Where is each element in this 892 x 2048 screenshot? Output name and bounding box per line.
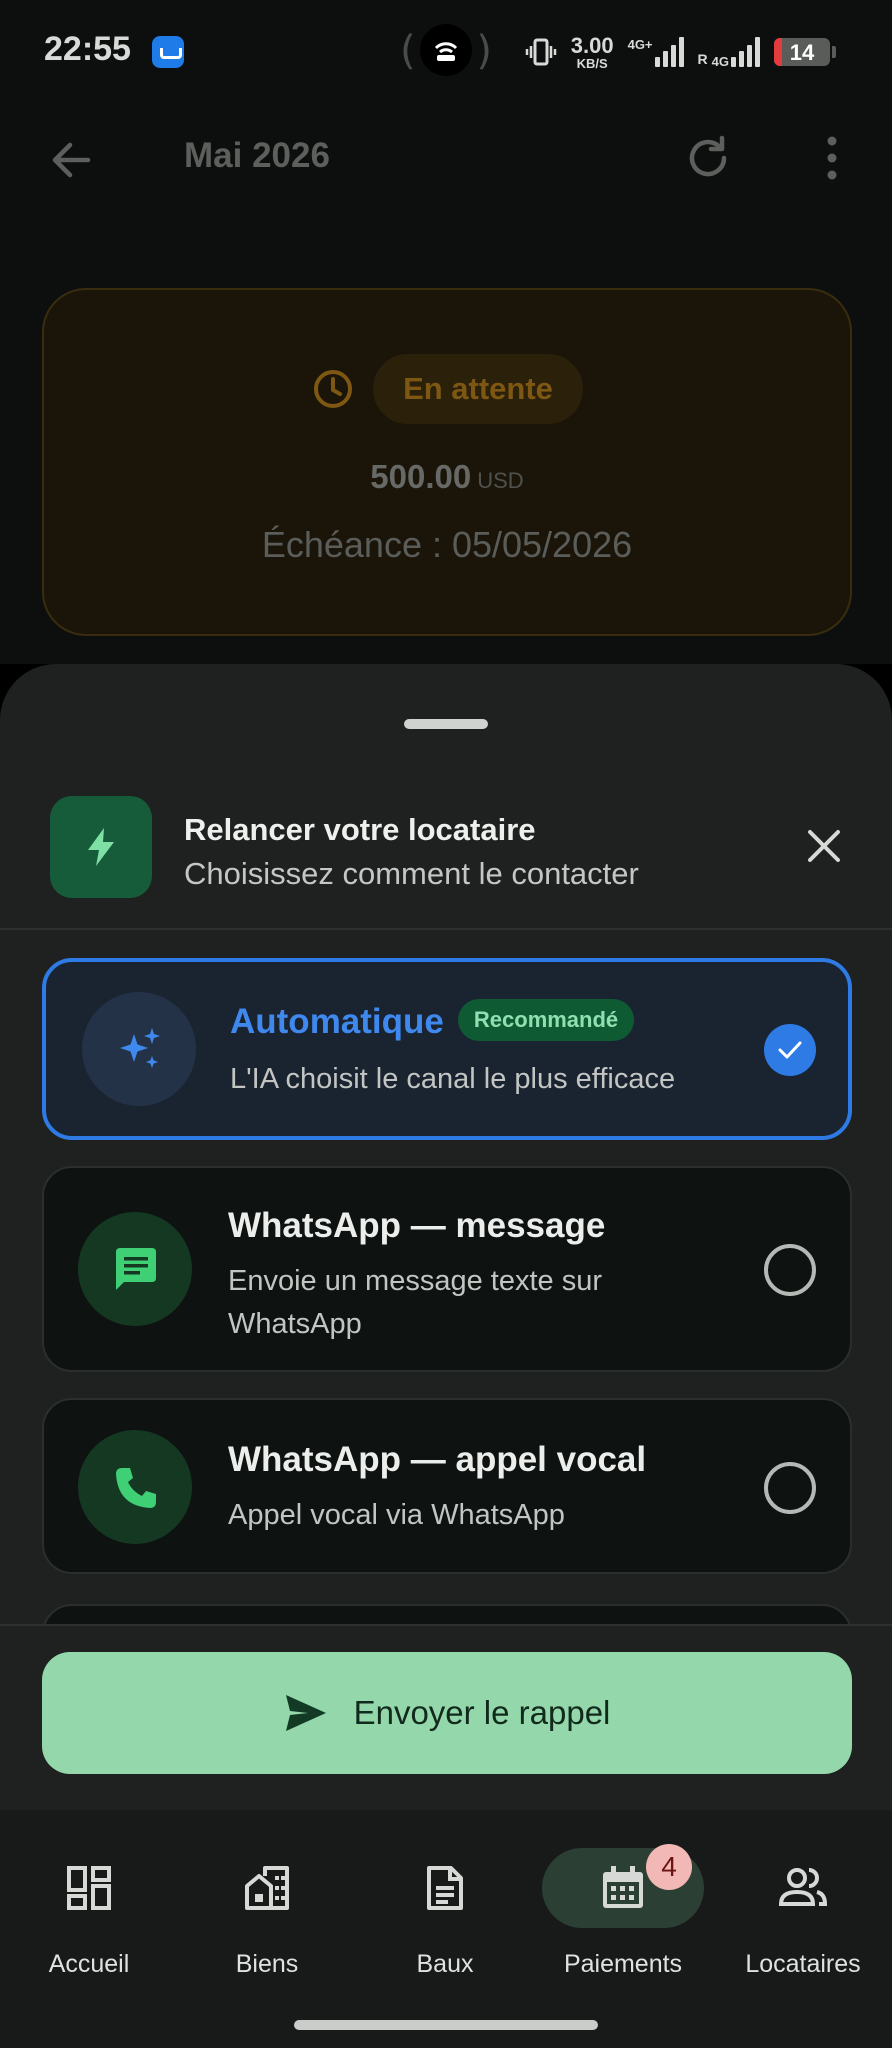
signal-icon <box>731 37 760 67</box>
phone-icon <box>116 1468 156 1508</box>
option-description: Appel vocal via WhatsApp <box>228 1499 565 1531</box>
page-title: Mai 2026 <box>184 136 330 175</box>
nav-item-biens[interactable]: Biens <box>178 1848 356 2008</box>
sheet-drag-handle[interactable] <box>404 719 488 729</box>
radio-unselected[interactable] <box>764 1244 816 1296</box>
payment-amount: 500.00 USD <box>44 458 850 496</box>
document-icon <box>427 1866 463 1910</box>
hotspot-icon <box>434 42 458 61</box>
back-arrow-icon <box>52 142 91 178</box>
nav-item-baux[interactable]: Baux <box>356 1848 534 2008</box>
recommended-badge: Recommandé <box>457 998 635 1041</box>
sheet-subtitle: Choisissez comment le contacter <box>184 856 639 891</box>
nav-label: Paiements <box>563 1950 683 1978</box>
option-automatic[interactable]: Automatique Recommandé L'IA choisit le ca… <box>42 958 852 1140</box>
option-icon-circle <box>78 1212 192 1326</box>
due-date: Échéance : 05/05/2026 <box>261 524 633 565</box>
option-whatsapp-call[interactable]: WhatsApp — appel vocal Appel vocal via W… <box>42 1398 852 1574</box>
option-title: Automatique Recommandé <box>230 998 635 1045</box>
amount-currency: USD <box>477 468 524 493</box>
message-icon <box>116 1248 156 1290</box>
bottom-navigation: Accueil Biens Baux 4 Paiements Locataire… <box>0 1810 892 2048</box>
clock-icon <box>314 370 353 408</box>
dashboard-icon <box>67 1866 111 1910</box>
send-icon <box>285 1695 326 1731</box>
option-title: WhatsApp — message <box>228 1206 606 1245</box>
close-button[interactable] <box>796 818 852 874</box>
notification-badge: 4 <box>646 1844 692 1890</box>
sheet-header: Relancer votre locataire Choisissez comm… <box>0 796 892 928</box>
payment-status-card: En attente 500.00 USD Échéance : 05/05/20… <box>42 288 852 636</box>
buildings-icon <box>245 1866 289 1910</box>
signal-4g-roaming: R 4G <box>698 37 760 69</box>
reminder-bottom-sheet: Relancer votre locataire Choisissez comm… <box>0 664 892 1810</box>
signal-icon <box>654 37 684 67</box>
vibrate-icon <box>525 38 557 66</box>
nav-item-locataires[interactable]: Locataires <box>714 1848 892 2008</box>
nav-label: Baux <box>416 1950 474 1978</box>
option-whatsapp-message[interactable]: WhatsApp — message Envoie un message tex… <box>42 1166 852 1372</box>
calendar-icon <box>603 1866 643 1908</box>
check-icon <box>778 1041 802 1059</box>
back-button[interactable] <box>44 132 100 188</box>
nav-label: Accueil <box>48 1950 130 1978</box>
hotspot-indicator: ( ) <box>400 22 492 80</box>
nav-label: Biens <box>235 1950 299 1978</box>
refresh-button[interactable] <box>680 130 736 186</box>
option-icon-circle <box>78 1430 192 1544</box>
app-notification-icon <box>152 36 184 68</box>
option-description: L'IA choisit le canal le plus efficace <box>230 1063 676 1095</box>
send-reminder-button[interactable]: Envoyer le rappel <box>42 1652 852 1774</box>
more-vert-icon <box>827 136 837 180</box>
refresh-icon <box>689 135 727 177</box>
sparkle-icon <box>120 1028 160 1068</box>
network-speed: 3.00 KB/S <box>570 32 614 71</box>
nav-label: Locataires <box>745 1950 861 1978</box>
nav-item-accueil[interactable]: Accueil <box>0 1848 178 2008</box>
send-reminder-label: Envoyer le rappel <box>353 1694 611 1731</box>
lightning-icon-badge <box>50 796 152 898</box>
people-icon <box>779 1868 827 1906</box>
sheet-title: Relancer votre locataire <box>184 812 536 847</box>
divider <box>0 928 892 930</box>
status-bar: 22:55 ( ) 3.00 KB/S 4G+ R 4G 14 <box>0 0 892 104</box>
battery-icon: 14 <box>774 38 830 66</box>
sheet-footer: Envoyer le rappel <box>0 1624 892 1810</box>
more-options-button[interactable] <box>804 130 860 186</box>
option-icon-circle <box>82 992 196 1106</box>
top-app-bar: Mai 2026 <box>0 104 892 208</box>
option-title: WhatsApp — appel vocal <box>228 1440 647 1479</box>
close-icon <box>808 830 840 862</box>
signal-4g-plus: 4G+ <box>628 37 684 67</box>
home-indicator[interactable] <box>294 2020 598 2030</box>
payment-detail-page: Mai 2026 En attente 500.00 USD Échéance :… <box>0 104 892 664</box>
status-badge: En attente <box>373 354 583 424</box>
lightning-icon <box>88 828 114 866</box>
nav-item-paiements[interactable]: 4 Paiements <box>534 1844 712 2008</box>
amount-value: 500.00 <box>370 458 472 495</box>
radio-selected[interactable] <box>764 1024 816 1076</box>
option-description: Envoie un message texte sur WhatsApp <box>228 1265 602 1340</box>
radio-unselected[interactable] <box>764 1462 816 1514</box>
status-time: 22:55 <box>44 30 131 68</box>
